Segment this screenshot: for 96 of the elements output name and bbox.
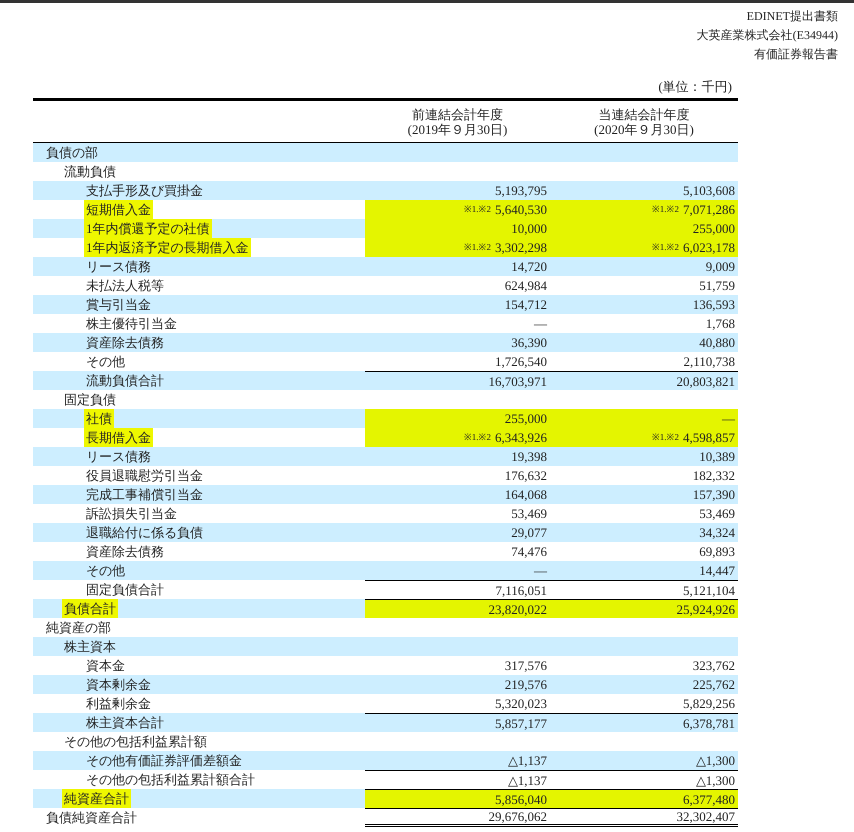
table-cell-text: 40,880 xyxy=(698,334,736,352)
document-header-text: 有価証券報告書 xyxy=(754,46,838,63)
column-date: (2020年９月30日) xyxy=(594,122,694,136)
row-label: 1年内返済予定の長期借入金 xyxy=(84,238,250,257)
row-label: 支払手形及び買掛金 xyxy=(85,182,204,200)
table-cell-text: ― xyxy=(533,562,548,580)
table-cell-text: 19,398 xyxy=(510,448,548,466)
table-cell: ※1.※2 5,640,530 xyxy=(365,200,550,219)
row-label: 固定負債 xyxy=(63,391,117,409)
row-label: その他有価証券評価差額金 xyxy=(85,752,243,770)
table-cell: 255,000 xyxy=(550,219,738,238)
table-cell: ※1.※2 6,343,926 xyxy=(365,428,550,447)
table-cell-text: 225,762 xyxy=(692,676,736,694)
row-label: 訴訟損失引当金 xyxy=(85,505,178,523)
table-cell-text: 34,324 xyxy=(698,524,736,542)
row-label: 固定負債合計 xyxy=(85,581,165,599)
table-cell-text: 69,893 xyxy=(698,543,736,561)
row-label: 長期借入金 xyxy=(84,428,153,447)
table-cell-text: 624,984 xyxy=(504,277,548,295)
table-cell-text: 1,726,540 xyxy=(494,353,548,371)
table-cell-text: 323,762 xyxy=(692,657,736,675)
row-label: 純資産の部 xyxy=(45,619,112,637)
document-header-text: 大英産業株式会社(E34944) xyxy=(696,27,838,44)
row-label: 流動負債合計 xyxy=(85,372,165,390)
row-label: 利益剰余金 xyxy=(85,695,152,713)
document-header-text: EDINET提出書類 xyxy=(746,8,838,25)
column-header: 当連結会計年度 xyxy=(598,106,690,122)
row-label: 負債の部 xyxy=(45,144,99,162)
table-cell-text: 5,320,023 xyxy=(494,695,548,713)
column-date: (2019年９月30日) xyxy=(408,122,508,136)
table-cell-text: 317,576 xyxy=(504,657,548,675)
table-cell-text: 5,193,795 xyxy=(494,182,548,200)
table-cell: ― xyxy=(550,409,738,428)
row-label: 社債 xyxy=(84,409,114,428)
table-cell-text: 2,110,738 xyxy=(682,353,736,371)
table-cell: 5,856,040 xyxy=(365,789,550,808)
table-cell: ※1.※2 3,302,298 xyxy=(365,238,550,257)
table-cell-text: 176,632 xyxy=(504,467,548,485)
row-label: その他の包括利益累計額 xyxy=(63,733,208,751)
row-label: 流動負債 xyxy=(63,163,117,181)
table-cell-text: 219,576 xyxy=(504,676,548,694)
table-cell: 32,302,407 xyxy=(550,808,738,827)
table-cell: 6,377,480 xyxy=(550,789,738,808)
table-cell-text: 51,759 xyxy=(698,277,736,295)
table-cell: ※1.※2 7,071,286 xyxy=(550,200,738,219)
table-cell-text: 53,469 xyxy=(698,505,736,523)
row-label: リース債務 xyxy=(85,258,152,276)
table-cell: 255,000 xyxy=(365,409,550,428)
row-label: その他の包括利益累計額合計 xyxy=(85,771,256,789)
table-cell-text: 1,768 xyxy=(704,315,736,333)
table-cell-text: 5,103,608 xyxy=(682,182,736,200)
table-cell-text: △1,137 xyxy=(506,752,548,770)
table-cell-text: 74,476 xyxy=(510,543,548,561)
table-cell-text: 29,077 xyxy=(510,524,548,542)
table-cell: 10,000 xyxy=(365,219,550,238)
table-cell: 29,676,062 xyxy=(365,808,550,827)
row-label: 純資産合計 xyxy=(62,789,131,808)
row-label: その他 xyxy=(85,562,126,580)
table-cell-text: △1,300 xyxy=(694,752,736,770)
table-cell-text: 182,332 xyxy=(692,467,736,485)
table-cell-text: 164,068 xyxy=(504,486,548,504)
table-cell: 23,820,022 xyxy=(365,599,550,618)
table-cell-text: 10,389 xyxy=(698,448,736,466)
row-label: リース債務 xyxy=(85,448,152,466)
table-cell-text: 9,009 xyxy=(704,258,736,276)
row-label: 資産除去債務 xyxy=(85,334,165,352)
row-label: 資本金 xyxy=(85,657,126,675)
table-cell: ※1.※2 4,598,857 xyxy=(550,428,738,447)
table-cell-text: 157,390 xyxy=(692,486,736,504)
row-label: 短期借入金 xyxy=(84,200,153,219)
row-label: 完成工事補償引当金 xyxy=(85,486,204,504)
table-cell: ※1.※2 6,023,178 xyxy=(550,238,738,257)
table-cell-text: 14,720 xyxy=(510,258,548,276)
column-header: 前連結会計年度 xyxy=(412,106,503,122)
row-label: 資産除去債務 xyxy=(85,543,165,561)
table-cell-text: 14,447 xyxy=(698,562,736,580)
table-cell-text: 36,390 xyxy=(510,334,548,352)
row-label: 負債合計 xyxy=(62,599,118,618)
table-cell: 25,924,926 xyxy=(550,599,738,618)
row-label: 資本剰余金 xyxy=(85,676,152,694)
row-label: 賞与引当金 xyxy=(85,296,152,314)
row-label: その他 xyxy=(85,353,126,371)
row-label: 未払法人税等 xyxy=(85,277,165,295)
table-cell-text: 154,712 xyxy=(504,296,548,314)
table-cell-text: 5,829,256 xyxy=(682,695,736,713)
row-label: 退職給付に係る負債 xyxy=(85,524,204,542)
row-label: 株主資本 xyxy=(63,638,117,656)
row-label: 1年内償還予定の社債 xyxy=(84,219,212,238)
table-cell-text: 136,593 xyxy=(692,296,736,314)
table-cell-text: 53,469 xyxy=(510,505,548,523)
unit-label: (単位：千円) xyxy=(658,79,732,95)
row-label: 役員退職慰労引当金 xyxy=(85,467,204,485)
row-label: 株主資本合計 xyxy=(85,714,165,732)
table-cell-text: ― xyxy=(533,315,548,333)
row-label: 株主優待引当金 xyxy=(85,315,178,333)
row-label: 負債純資産合計 xyxy=(45,809,138,827)
